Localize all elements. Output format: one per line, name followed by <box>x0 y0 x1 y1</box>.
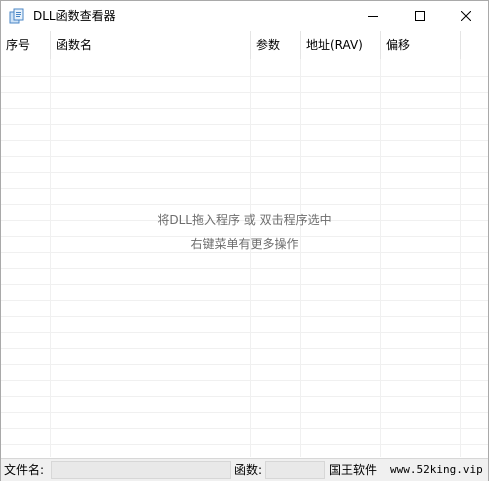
grid-row-line <box>1 380 488 381</box>
title-bar[interactable]: DLL函数查看器 <box>1 1 488 31</box>
grid-row-line <box>1 204 488 205</box>
status-functions-field <box>265 461 325 479</box>
column-header-address[interactable]: 地址(RAV) <box>301 31 381 59</box>
grid-row-line <box>1 268 488 269</box>
grid-column-line <box>380 59 381 457</box>
status-bar: 文件名: 函数: 国王软件 www.52king.vip <box>1 458 488 481</box>
grid-row-line <box>1 76 488 77</box>
grid-row-line <box>1 348 488 349</box>
grid-row-line <box>1 412 488 413</box>
status-author: 国王软件 <box>329 463 378 477</box>
status-website-link[interactable]: www.52king.vip <box>390 461 483 479</box>
grid-row-line <box>1 156 488 157</box>
close-button[interactable] <box>443 1 489 31</box>
grid-column-line <box>250 59 251 457</box>
list-header: 序号 函数名 参数 地址(RAV) 偏移 <box>1 31 488 59</box>
column-header-offset[interactable]: 偏移 <box>381 31 461 59</box>
column-header-params[interactable]: 参数 <box>251 31 301 59</box>
grid-row-line <box>1 364 488 365</box>
column-header-function-name[interactable]: 函数名 <box>51 31 251 59</box>
grid-row-line <box>1 172 488 173</box>
status-functions-label: 函数: <box>234 463 263 477</box>
maximize-icon <box>415 11 425 21</box>
minimize-button[interactable] <box>350 1 396 31</box>
window-title: DLL函数查看器 <box>33 9 116 23</box>
minimize-icon <box>368 16 378 17</box>
grid-row-line <box>1 284 488 285</box>
grid-row-line <box>1 140 488 141</box>
grid-row-line <box>1 108 488 109</box>
status-filename-label: 文件名: <box>4 463 45 477</box>
app-dll-icon <box>9 8 24 24</box>
column-header-index[interactable]: 序号 <box>1 31 51 59</box>
grid-column-line <box>50 59 51 457</box>
grid-row-line <box>1 124 488 125</box>
grid-row-line <box>1 396 488 397</box>
grid-row-line <box>1 444 488 445</box>
empty-hint-drag: 将DLL拖入程序 或 双击程序选中 <box>157 213 332 227</box>
function-list[interactable]: 将DLL拖入程序 或 双击程序选中 右键菜单有更多操作 <box>1 59 488 457</box>
grid-row-line <box>1 428 488 429</box>
grid-column-line <box>460 59 461 457</box>
grid-row-line <box>1 332 488 333</box>
grid-row-line <box>1 92 488 93</box>
grid-row-line <box>1 316 488 317</box>
grid-row-line <box>1 252 488 253</box>
grid-row-line <box>1 300 488 301</box>
grid-column-line <box>300 59 301 457</box>
status-filename-field <box>51 461 231 479</box>
empty-hint-context-menu: 右键菜单有更多操作 <box>190 237 299 251</box>
close-icon <box>461 11 471 21</box>
main-window: DLL函数查看器 序号 函数名 参数 地址(RAV) 偏移 将DLL拖入程序 或… <box>0 0 489 481</box>
grid-row-line <box>1 188 488 189</box>
maximize-button[interactable] <box>397 1 443 31</box>
